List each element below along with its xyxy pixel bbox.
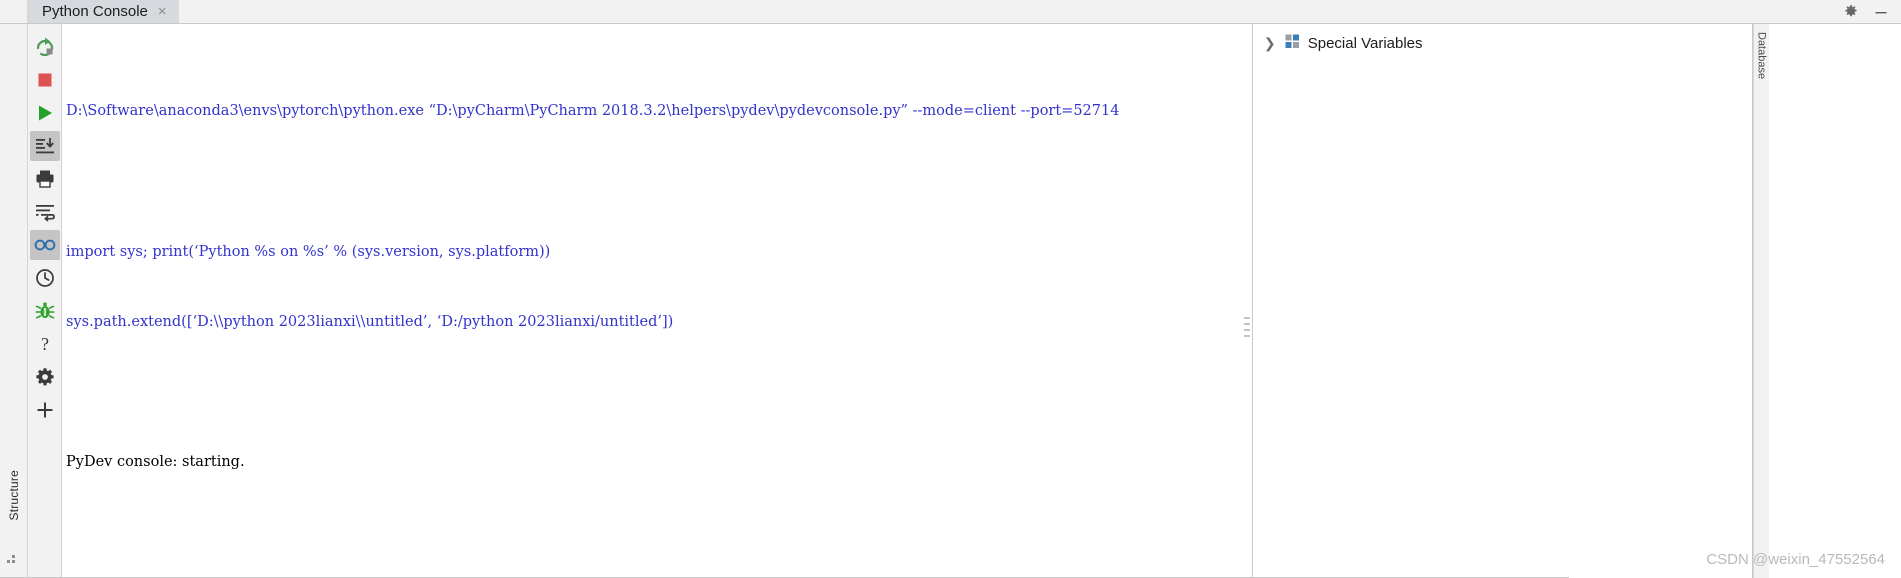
- console-line-command: sys.path.extend([‘D:\\python 2023lianxi\…: [66, 313, 674, 330]
- gear-icon[interactable]: [1843, 4, 1859, 20]
- svg-text:?: ?: [41, 334, 49, 354]
- chevron-right-icon[interactable]: ❯: [1263, 35, 1277, 52]
- console-action-rail: ?: [28, 24, 62, 578]
- console-tab-bar: Python Console ×: [0, 0, 1901, 24]
- special-variables-node[interactable]: ❯ Special Variables: [1253, 24, 1752, 53]
- settings-button[interactable]: [30, 362, 60, 392]
- variables-pane: ❯ Special Variables: [1252, 24, 1753, 578]
- console-line-command: import sys; print(‘Python %s on %s’ % (s…: [66, 243, 551, 260]
- stop-button[interactable]: [30, 65, 60, 95]
- right-tool-strip: Database: [1752, 24, 1770, 578]
- console-output-area[interactable]: D:\Software\anaconda3\envs\pytorch\pytho…: [62, 24, 1253, 578]
- outside-window-area: [1768, 24, 1901, 578]
- tab-python-console-label: Python Console: [42, 3, 148, 20]
- command-history-button[interactable]: [30, 263, 60, 293]
- console-line-command: D:\Software\anaconda3\envs\pytorch\pytho…: [66, 103, 1120, 120]
- close-icon[interactable]: ×: [156, 4, 169, 19]
- minimize-icon[interactable]: [1873, 4, 1889, 20]
- show-variables-button[interactable]: [29, 230, 60, 260]
- console-text: D:\Software\anaconda3\envs\pytorch\pytho…: [62, 24, 1252, 578]
- scroll-to-end-button[interactable]: [29, 131, 60, 161]
- help-button[interactable]: ?: [30, 329, 60, 359]
- special-variables-icon: [1285, 34, 1300, 53]
- soft-wrap-button[interactable]: [30, 197, 60, 227]
- pane-splitter-handle[interactable]: [1243, 316, 1251, 338]
- attach-debugger-button[interactable]: [30, 296, 60, 326]
- tab-python-console[interactable]: Python Console ×: [28, 0, 179, 23]
- left-tool-strip: Structure: [0, 24, 28, 578]
- database-tool-label: Database: [1755, 32, 1768, 80]
- structure-tool-button[interactable]: Structure: [0, 470, 28, 521]
- add-button[interactable]: [30, 395, 60, 425]
- grip-icon: [7, 555, 15, 563]
- pycharm-python-console-window: Python Console × Structure ? D:\Software…: [0, 0, 1901, 578]
- structure-tool-label: Structure: [7, 469, 21, 521]
- console-body: Structure ? D:\Software\anaconda3\envs\p…: [0, 24, 1901, 578]
- tab-bar-left-spacer: [0, 0, 28, 23]
- rerun-button[interactable]: [30, 32, 60, 62]
- watermark-text: CSDN @weixin_47552564: [1706, 551, 1885, 568]
- console-line-output: PyDev console: starting.: [66, 454, 245, 471]
- tab-bar-actions: [1843, 0, 1901, 23]
- print-button[interactable]: [30, 164, 60, 194]
- database-tool-button[interactable]: Database: [1754, 32, 1770, 79]
- special-variables-label: Special Variables: [1307, 35, 1423, 52]
- execute-button[interactable]: [30, 98, 60, 128]
